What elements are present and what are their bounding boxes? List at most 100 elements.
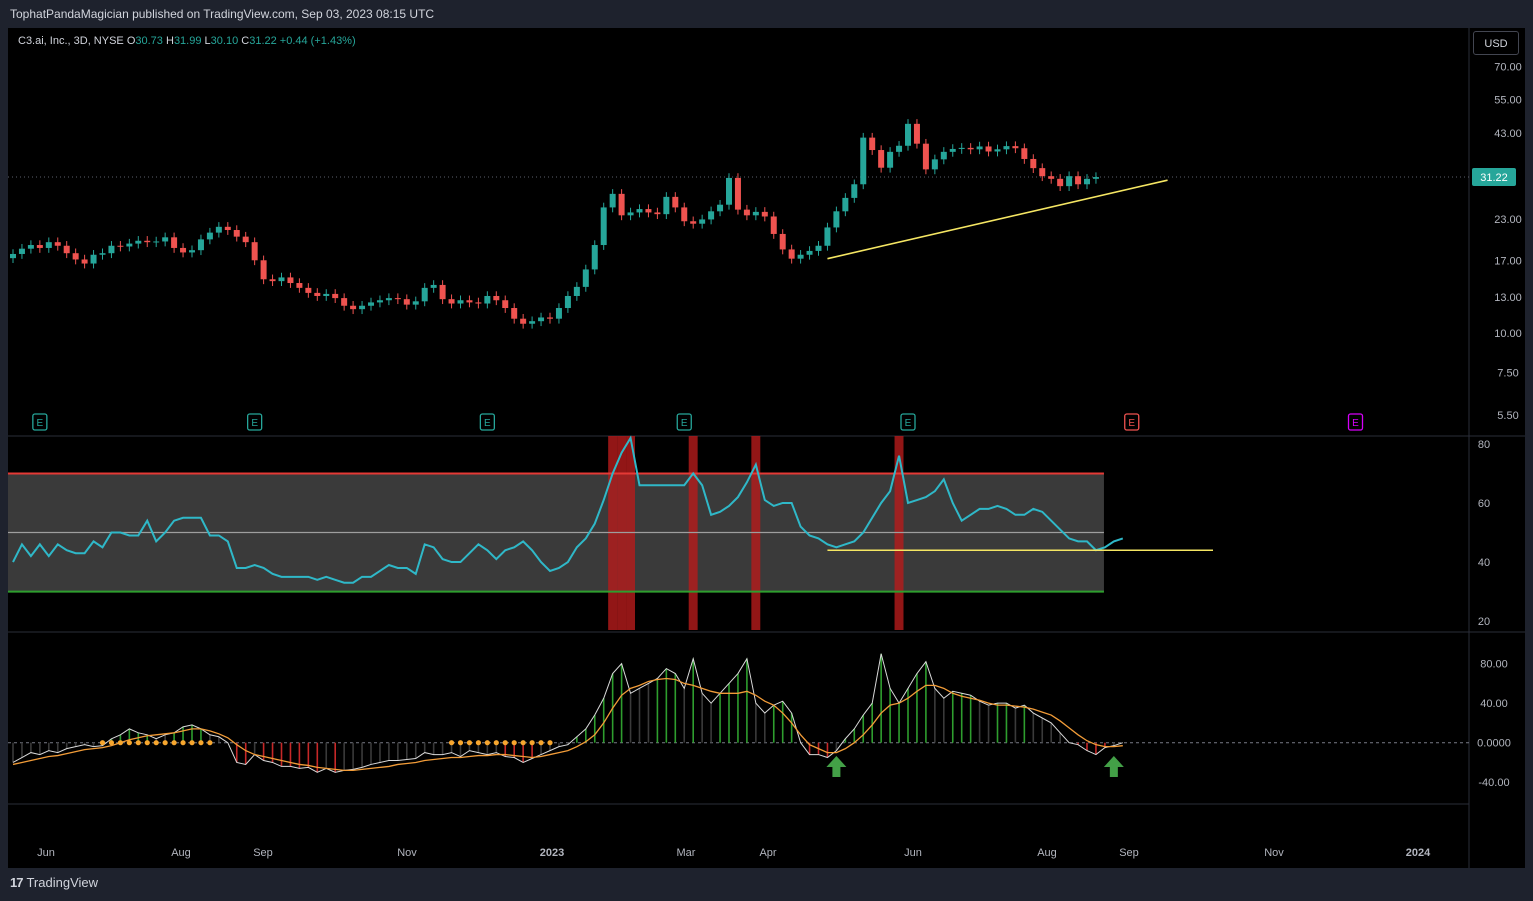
time-tick-label: Jun xyxy=(904,847,922,859)
osc-squeeze-dot xyxy=(511,740,517,746)
osc-squeeze-dot xyxy=(457,740,464,746)
candle-body xyxy=(430,284,437,288)
candle-body xyxy=(63,245,70,254)
candle-body xyxy=(1021,148,1028,159)
price-tick-label: 17.00 xyxy=(1494,255,1522,267)
rsi-tick-label: 20 xyxy=(1478,616,1490,628)
buy-arrow-icon xyxy=(1103,756,1124,777)
candle-body xyxy=(708,211,715,220)
close-label: C xyxy=(241,35,250,47)
candle-body xyxy=(215,226,222,233)
candle-body xyxy=(359,305,366,310)
time-tick-label: 2023 xyxy=(540,847,564,859)
candle-body xyxy=(457,300,464,304)
low-value: 30.10 xyxy=(210,35,239,47)
osc-squeeze-dot xyxy=(475,740,481,746)
earnings-marker-label: E xyxy=(484,418,491,429)
candle-body xyxy=(1066,176,1073,187)
candle-body xyxy=(323,293,330,296)
osc-squeeze-dot xyxy=(135,740,141,746)
candle-body xyxy=(690,221,697,224)
time-tick-label: Aug xyxy=(1037,847,1057,859)
candle-body xyxy=(1075,176,1082,185)
currency-button[interactable]: USD xyxy=(1473,31,1519,55)
osc-squeeze-dot xyxy=(126,740,132,746)
candle-body xyxy=(54,242,61,246)
candle-body xyxy=(45,242,52,248)
candle-body xyxy=(1057,178,1064,187)
candle-body xyxy=(1084,178,1090,185)
candle-body xyxy=(341,298,348,306)
chart-area[interactable]: 70.00 55.00 43.00 31.22 23.00 17.00 13.00 10.00… xyxy=(8,28,1525,868)
candle-body xyxy=(27,245,34,249)
osc-squeeze-dot xyxy=(180,740,186,746)
rsi-tick-label: 80 xyxy=(1478,439,1490,451)
rsi-tick-label: 40 xyxy=(1478,557,1490,569)
osc-squeeze-dot xyxy=(529,740,535,746)
osc-squeeze-dot xyxy=(189,740,195,746)
candle-body xyxy=(81,259,88,264)
osc-squeeze-dot xyxy=(198,740,204,746)
candle-body xyxy=(224,226,231,231)
time-tick-label: Nov xyxy=(1264,847,1284,859)
candle-body xyxy=(484,295,491,304)
earnings-marker-label: E xyxy=(1352,418,1359,429)
candle-body xyxy=(260,260,267,280)
candle-body xyxy=(332,293,339,299)
candle-body xyxy=(743,209,750,216)
tradingview-logo-icon: 17 xyxy=(10,875,24,890)
osc-tick-label: 80.00 xyxy=(1480,659,1508,671)
price-tick-label: 10.00 xyxy=(1494,328,1522,340)
candle-body xyxy=(144,240,151,243)
candle-body xyxy=(1030,158,1037,169)
time-tick-label: 2024 xyxy=(1406,847,1431,859)
osc-squeeze-dot xyxy=(108,740,115,746)
osc-squeeze-dot xyxy=(117,740,123,746)
osc-squeeze-dot xyxy=(547,740,553,746)
candle-body xyxy=(555,308,562,319)
candle-body xyxy=(582,269,589,287)
candle-body xyxy=(90,254,97,264)
price-tick-label: 13.00 xyxy=(1494,292,1522,304)
osc-main-line xyxy=(12,653,1123,773)
earnings-marker-label: E xyxy=(37,418,44,429)
candle-body xyxy=(242,236,249,243)
candle-body xyxy=(108,245,115,254)
osc-tick-label: -40.00 xyxy=(1478,777,1509,789)
time-tick-label: Jun xyxy=(37,847,55,859)
candle-body xyxy=(448,299,455,304)
last-price-label: 31.22 xyxy=(1480,172,1508,184)
footer: 17 TradingView xyxy=(10,872,98,894)
price-tick-label: 55.00 xyxy=(1494,94,1522,106)
candle-body xyxy=(394,298,401,300)
candle-body xyxy=(878,150,885,168)
candle-body xyxy=(994,149,1001,152)
candle-body xyxy=(833,211,840,228)
candle-body xyxy=(618,193,625,216)
candle-body xyxy=(1003,146,1010,150)
candle-body xyxy=(922,143,929,170)
candle-body xyxy=(1039,168,1046,177)
candle-body xyxy=(296,283,303,288)
earnings-marker-label: E xyxy=(681,418,688,429)
earnings-marker-label: E xyxy=(905,418,912,429)
candle-body xyxy=(1092,177,1099,179)
high-label: H xyxy=(165,35,174,47)
change-value: +0.44 (+1.43%) xyxy=(279,35,356,47)
candle-body xyxy=(466,300,473,303)
osc-squeeze-dot xyxy=(484,740,490,746)
candle-body xyxy=(197,239,204,251)
candle-body xyxy=(627,212,634,216)
candle-body xyxy=(171,237,178,248)
osc-squeeze-dot xyxy=(144,740,150,746)
candle-body xyxy=(851,184,858,198)
candle-body xyxy=(36,245,43,248)
candle-body xyxy=(752,211,759,216)
candle-body xyxy=(967,147,974,150)
footer-brand: TradingView xyxy=(26,875,99,890)
earnings-marker-label: E xyxy=(251,418,258,429)
chart-svg[interactable]: 70.00 55.00 43.00 31.22 23.00 17.00 13.00 10.00… xyxy=(8,28,1525,868)
candle-body xyxy=(734,177,741,210)
time-tick-label: Apr xyxy=(759,847,776,859)
candle-body xyxy=(287,277,294,284)
